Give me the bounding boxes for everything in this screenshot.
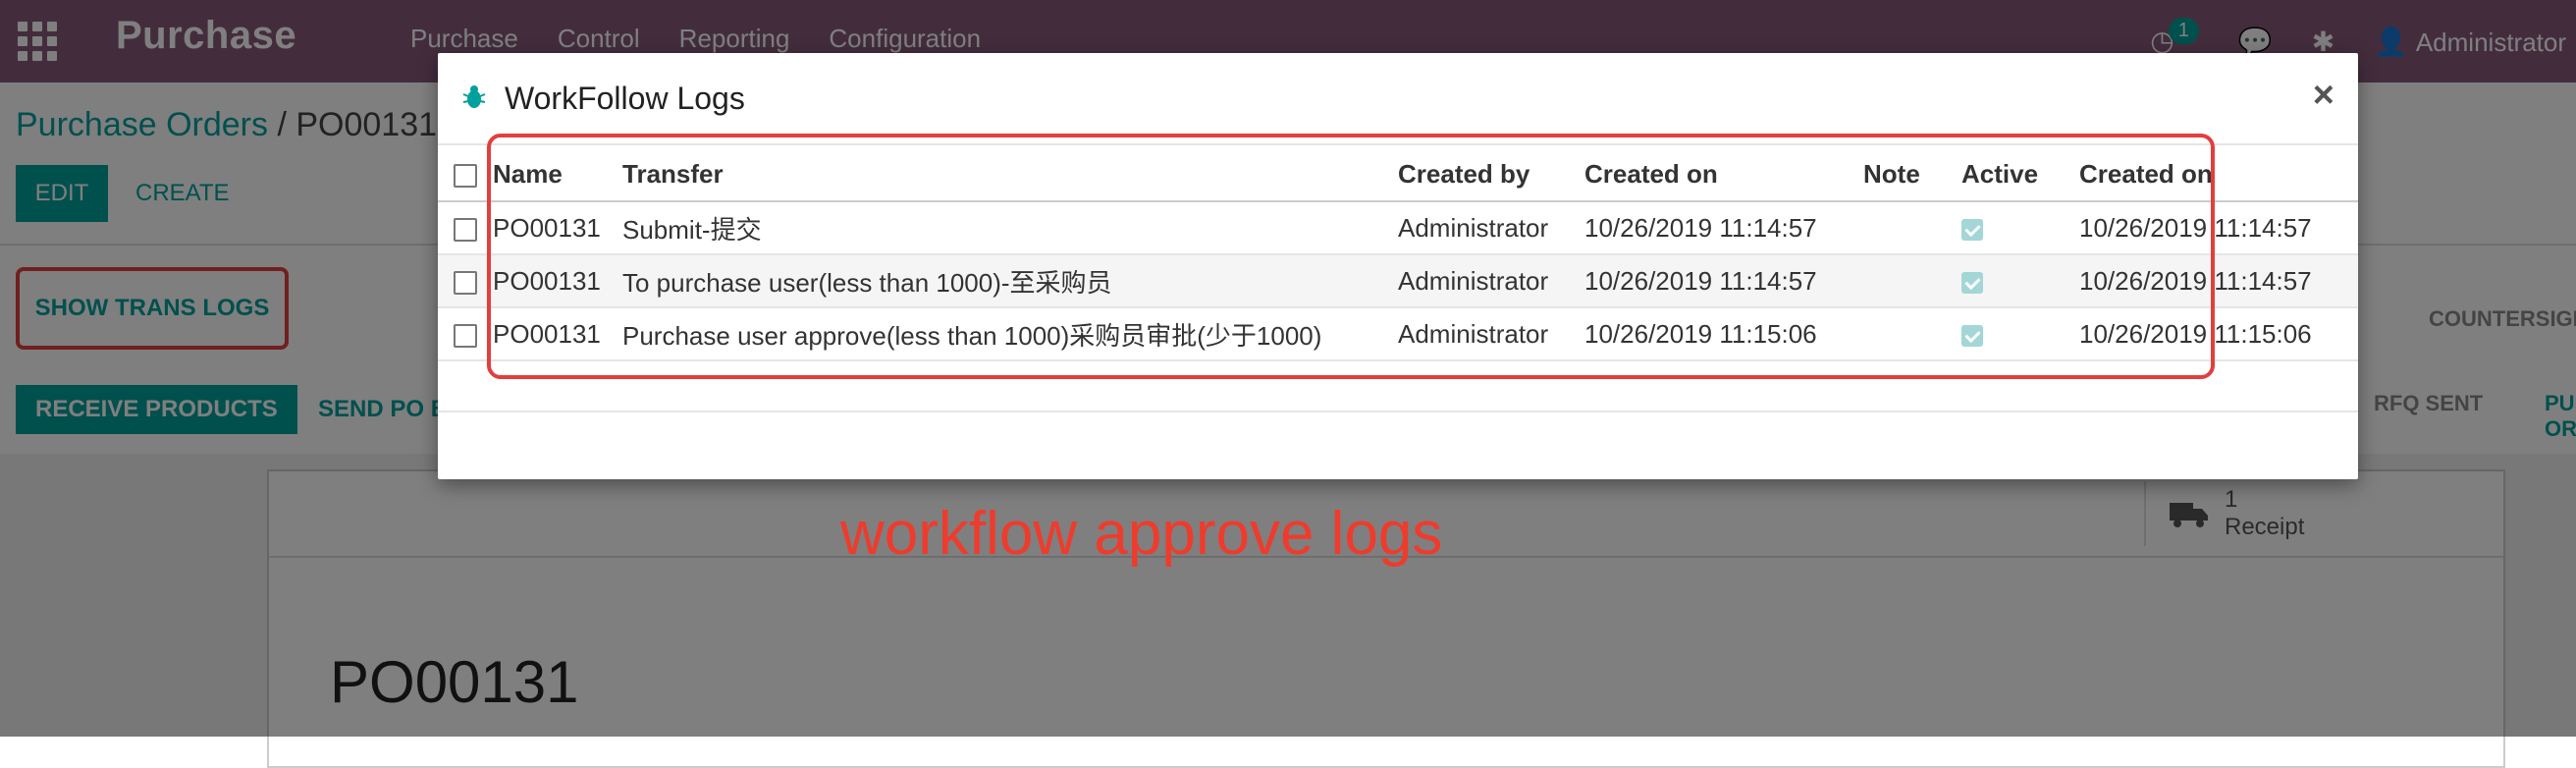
active-checkbox: [1961, 271, 1983, 294]
column-header-created-by[interactable]: Created by: [1398, 147, 1584, 202]
cell-created-on: 10/26/2019 11:15:06: [1584, 307, 1863, 361]
workflow-logs-dialog: WorkFollow Logs × Name Transfer Created …: [438, 53, 2358, 479]
cell-name: PO00131: [493, 201, 622, 255]
cell-created-on-2: 10/26/2019 11:15:06: [2079, 307, 2358, 361]
active-checkbox: [1961, 324, 1983, 347]
row-checkbox[interactable]: [454, 323, 477, 348]
cell-created-by: Administrator: [1398, 307, 1584, 361]
table-row[interactable]: PO00131 Submit-提交 Administrator 10/26/20…: [438, 201, 2358, 255]
column-header-created-on-2[interactable]: Created on: [2079, 147, 2358, 202]
cell-name: PO00131: [493, 307, 622, 361]
cell-transfer: Submit-提交: [622, 201, 1398, 255]
dialog-footer: [438, 411, 2358, 481]
cell-note: [1863, 307, 1961, 361]
row-checkbox[interactable]: [454, 270, 477, 295]
close-icon[interactable]: ×: [2313, 75, 2334, 117]
row-checkbox[interactable]: [454, 217, 477, 242]
table-header-row: Name Transfer Created by Created on Note…: [438, 147, 2358, 202]
workflow-logs-table: Name Transfer Created by Created on Note…: [438, 147, 2358, 361]
active-checkbox: [1961, 218, 1983, 241]
cell-created-by: Administrator: [1398, 201, 1584, 255]
cell-created-on-2: 10/26/2019 11:14:57: [2079, 201, 2358, 255]
annotation-text: workflow approve logs: [840, 500, 1443, 568]
table-row[interactable]: PO00131 Purchase user approve(less than …: [438, 307, 2358, 361]
cell-created-by: Administrator: [1398, 254, 1584, 308]
cell-transfer: To purchase user(less than 1000)-至采购员: [622, 254, 1398, 308]
column-header-transfer[interactable]: Transfer: [622, 147, 1398, 202]
dialog-title: WorkFollow Logs: [505, 81, 745, 116]
column-header-name[interactable]: Name: [493, 147, 622, 202]
dialog-header: WorkFollow Logs ×: [438, 53, 2358, 145]
column-header-note[interactable]: Note: [1863, 147, 1961, 202]
select-all-checkbox[interactable]: [454, 163, 477, 188]
cell-note: [1863, 201, 1961, 255]
cell-created-on: 10/26/2019 11:14:57: [1584, 254, 1863, 308]
table-row[interactable]: PO00131 To purchase user(less than 1000)…: [438, 254, 2358, 308]
column-header-created-on[interactable]: Created on: [1584, 147, 1863, 202]
cell-name: PO00131: [493, 254, 622, 308]
cell-transfer: Purchase user approve(less than 1000)采购员…: [622, 307, 1398, 361]
cell-created-on-2: 10/26/2019 11:14:57: [2079, 254, 2358, 308]
cell-created-on: 10/26/2019 11:14:57: [1584, 201, 1863, 255]
bug-icon: [462, 85, 486, 108]
cell-note: [1863, 254, 1961, 308]
column-header-active[interactable]: Active: [1961, 147, 2079, 202]
